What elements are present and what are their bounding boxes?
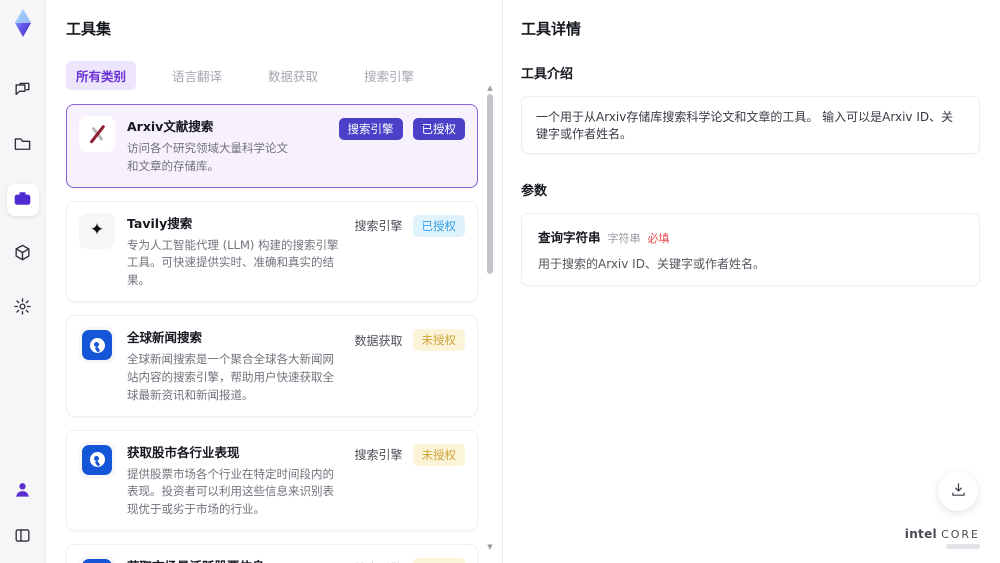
category-tabs: 所有类别 语言翻译 数据获取 搜索引擎 xyxy=(66,61,478,90)
detail-title: 工具详情 xyxy=(521,20,582,38)
tool-card[interactable]: 获取市场最活跃股票信息 提供当天交易量最高的股票列表，投资者可以利用这些信息来识… xyxy=(66,543,478,563)
sidebar-item-models[interactable] xyxy=(7,238,39,270)
param-type: 字符串 xyxy=(607,232,641,245)
tool-title: Arxiv文献搜索 xyxy=(127,119,214,134)
tool-intro-text: 一个用于从Arxiv存储库搜索科学论文和文章的工具。 输入可以是Arxiv ID… xyxy=(521,96,980,154)
params-heading: 参数 xyxy=(521,184,548,199)
tool-category-badge: 数据获取 xyxy=(354,333,403,348)
sidebar-item-chat[interactable] xyxy=(7,76,39,108)
tool-icon: ✦ xyxy=(79,212,115,249)
collapse-sidebar-button[interactable] xyxy=(7,521,39,553)
tool-description: 访问各个研究领域大量科学论文和文章的存储库。 xyxy=(127,141,288,173)
panel-icon xyxy=(13,526,32,549)
tool-category-badge: 搜索引擎 xyxy=(354,448,403,462)
tool-card[interactable]: 全球新闻搜索 全球新闻搜索是一个聚合全球各大新闻网站内容的搜索引擎，帮助用户快速… xyxy=(66,315,478,417)
sidebar-item-settings[interactable] xyxy=(7,292,39,324)
user-icon xyxy=(13,480,32,503)
tool-icon xyxy=(79,116,115,152)
param-name: 查询字符串 xyxy=(538,230,601,245)
tool-status-badge: 未授权 xyxy=(412,443,465,466)
user-avatar[interactable] xyxy=(7,475,39,507)
core-brand-text: CORE xyxy=(941,528,980,541)
tool-description: 全球新闻搜索是一个聚合全球各大新闻网站内容的搜索引擎，帮助用户快速获取全球最新资… xyxy=(127,352,334,402)
category-tab[interactable]: 所有类别 xyxy=(66,61,137,90)
tool-detail-panel: 工具详情 工具介绍 一个用于从Arxiv存储库搜索科学论文和文章的工具。 输入可… xyxy=(503,0,1000,563)
scroll-down-arrow-icon[interactable]: ▼ xyxy=(486,543,494,551)
tool-title: 全球新闻搜索 xyxy=(127,330,203,346)
app-logo-icon[interactable] xyxy=(8,8,38,38)
intel-brand-text: intel xyxy=(904,527,937,541)
tool-icon xyxy=(79,555,115,563)
param-description: 用于搜索的Arxiv ID、关键字或作者姓名。 xyxy=(538,257,765,271)
tool-cards: Arxiv文献搜索 访问各个研究领域大量科学论文和文章的存储库。 搜索引擎 已授… xyxy=(66,104,478,563)
category-tab[interactable]: 语言翻译 xyxy=(162,61,232,90)
category-tab[interactable]: 数据获取 xyxy=(258,61,328,90)
tool-status-badge: 未授权 xyxy=(412,329,465,352)
scrollbar-thumb[interactable] xyxy=(487,94,493,274)
tool-title: Tavily搜索 xyxy=(127,215,193,231)
param-required-badge: 必填 xyxy=(647,232,670,245)
page-title: 工具集 xyxy=(66,20,112,38)
download-icon xyxy=(950,481,967,502)
intro-heading: 工具介绍 xyxy=(521,67,574,82)
tool-category-badge: 搜索引擎 xyxy=(338,118,403,140)
tool-icon xyxy=(79,327,115,364)
tool-category-badge: 搜索引擎 xyxy=(354,219,403,234)
tool-description: 提供股票市场各个行业在特定时间段内的表现。投资者可以利用这些信息来识别表现优于或… xyxy=(127,466,334,517)
tool-status-badge: 已授权 xyxy=(412,214,465,237)
tool-card[interactable]: ✦ Tavily搜索 专为人工智能代理 (LLM) 构建的搜索引擎工具。可快速提… xyxy=(66,200,478,303)
tool-card[interactable]: 获取股市各行业表现 提供股票市场各个行业在特定时间段内的表现。投资者可以利用这些… xyxy=(66,429,478,531)
folder-icon xyxy=(13,135,32,158)
download-button[interactable] xyxy=(938,471,978,511)
tool-status-badge: 已授权 xyxy=(412,118,465,140)
category-tab[interactable]: 搜索引擎 xyxy=(354,61,424,90)
briefcase-icon xyxy=(13,189,32,212)
scroll-up-arrow-icon[interactable]: ▲ xyxy=(486,84,494,92)
tool-description: 专为人工智能代理 (LLM) 构建的搜索引擎工具。可快速提供实时、准确和真实的结… xyxy=(127,237,339,288)
tool-status-badge: 未授权 xyxy=(412,557,465,563)
tool-icon xyxy=(79,441,115,478)
parameter-card: 查询字符串 字符串 必填 用于搜索的Arxiv ID、关键字或作者姓名。 xyxy=(521,213,980,286)
tool-title: 获取股市各行业表现 xyxy=(127,444,240,460)
cube-icon xyxy=(13,243,32,266)
sidebar-item-tools[interactable] xyxy=(6,184,39,216)
intel-logo-subbar xyxy=(946,544,980,549)
tool-title: 获取市场最活跃股票信息 xyxy=(127,556,342,563)
intel-core-logo: intel CORE xyxy=(905,527,980,549)
left-rail xyxy=(0,0,46,563)
list-scrollbar[interactable]: ▲ ▼ xyxy=(486,84,494,551)
sidebar-item-files[interactable] xyxy=(7,130,39,162)
chat-icon xyxy=(13,81,32,104)
gear-icon xyxy=(13,297,32,320)
tool-card[interactable]: Arxiv文献搜索 访问各个研究领域大量科学论文和文章的存储库。 搜索引擎 已授… xyxy=(66,104,478,188)
tool-list-panel: 工具集 所有类别 语言翻译 数据获取 搜索引擎 Arxiv文献搜索 访问各个研究领域大… xyxy=(46,0,502,563)
